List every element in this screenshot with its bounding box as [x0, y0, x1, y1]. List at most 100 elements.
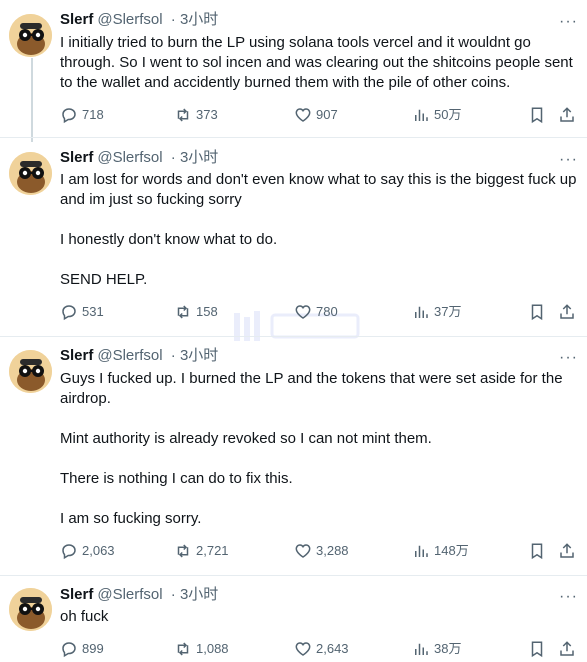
- views-button[interactable]: 38万: [412, 638, 461, 660]
- share-button[interactable]: [558, 104, 580, 126]
- tweet-actions: 718 373 907 50万: [60, 104, 575, 126]
- reply-count: 2,063: [82, 543, 115, 558]
- timestamp[interactable]: · 3小时: [171, 586, 219, 603]
- tweet-separator: [0, 336, 587, 337]
- tweet-actions: 2,063 2,721 3,288 148万: [60, 540, 575, 562]
- tweet-paragraph: I honestly don't know what to do.: [60, 231, 278, 248]
- user-handle[interactable]: @Slerfsol: [97, 586, 162, 603]
- user-handle[interactable]: @Slerfsol: [97, 347, 162, 364]
- reply-count: 718: [82, 107, 104, 122]
- reply-button[interactable]: 2,063: [60, 540, 115, 562]
- more-options-icon[interactable]: ···: [559, 152, 577, 170]
- heart-icon: [295, 108, 311, 122]
- display-name[interactable]: Slerf: [60, 11, 93, 28]
- share-button[interactable]: [558, 540, 580, 562]
- bookmark-button[interactable]: [528, 301, 550, 323]
- share-icon: [560, 543, 574, 558]
- tweet-text: oh fuck: [60, 607, 580, 627]
- more-options-icon[interactable]: ···: [559, 350, 577, 368]
- avatar[interactable]: [9, 588, 52, 631]
- thread-connector: [31, 58, 33, 142]
- views-count: 37万: [434, 304, 462, 319]
- tweet-header: Slerf @Slerfsol · 3小时: [60, 148, 218, 168]
- share-icon: [560, 641, 574, 656]
- retweet-button[interactable]: 158: [174, 301, 218, 323]
- like-count: 907: [316, 107, 338, 122]
- retweet-count: 158: [196, 304, 218, 319]
- tweet-paragraph: SEND HELP.: [60, 271, 148, 288]
- tweet-separator: [0, 137, 587, 138]
- tweet-actions: 899 1,088 2,643 38万: [60, 638, 575, 660]
- views-count: 50万: [434, 107, 462, 122]
- display-name[interactable]: Slerf: [60, 586, 93, 603]
- tweet-separator: [0, 575, 587, 576]
- reply-button[interactable]: 531: [60, 301, 104, 323]
- views-button[interactable]: 50万: [412, 104, 461, 126]
- bookmark-icon: [531, 304, 543, 321]
- like-count: 3,288: [316, 543, 349, 558]
- retweet-icon: [177, 108, 189, 122]
- retweet-button[interactable]: 373: [174, 104, 218, 126]
- tweet-paragraph: I am lost for words and don't even know …: [60, 171, 577, 208]
- display-name[interactable]: Slerf: [60, 347, 93, 364]
- retweet-icon: [177, 544, 189, 558]
- share-button[interactable]: [558, 301, 580, 323]
- share-icon: [560, 107, 574, 122]
- reply-button[interactable]: 718: [60, 104, 104, 126]
- heart-icon: [295, 544, 311, 558]
- user-handle[interactable]: @Slerfsol: [97, 11, 162, 28]
- retweet-count: 373: [196, 107, 218, 122]
- views-icon: [415, 643, 428, 655]
- tweet-text: I am lost for words and don't even know …: [60, 170, 580, 290]
- reply-icon: [62, 305, 76, 321]
- bookmark-button[interactable]: [528, 638, 550, 660]
- avatar[interactable]: [9, 14, 52, 57]
- tweet-header: Slerf @Slerfsol · 3小时: [60, 10, 218, 30]
- tweet-paragraph: Guys I fucked up. I burned the LP and th…: [60, 370, 563, 407]
- retweet-count: 2,721: [196, 543, 229, 558]
- timestamp[interactable]: · 3小时: [171, 347, 219, 364]
- bookmark-icon: [531, 543, 543, 560]
- avatar[interactable]: [9, 350, 52, 393]
- retweet-button[interactable]: 2,721: [174, 540, 229, 562]
- tweet-paragraph: Mint authority is already revoked so I c…: [60, 430, 432, 447]
- reply-count: 899: [82, 641, 104, 656]
- reply-count: 531: [82, 304, 104, 319]
- bookmark-button[interactable]: [528, 540, 550, 562]
- views-button[interactable]: 148万: [412, 540, 469, 562]
- heart-icon: [295, 642, 311, 656]
- reply-icon: [62, 642, 76, 658]
- share-icon: [560, 304, 574, 319]
- tweet-header: Slerf @Slerfsol · 3小时: [60, 585, 218, 605]
- display-name[interactable]: Slerf: [60, 149, 93, 166]
- like-count: 2,643: [316, 641, 349, 656]
- tweet-header: Slerf @Slerfsol · 3小时: [60, 346, 218, 366]
- retweet-icon: [177, 642, 189, 656]
- more-options-icon[interactable]: ···: [559, 14, 577, 32]
- views-icon: [415, 545, 428, 557]
- tweet-paragraph: I am so fucking sorry.: [60, 510, 202, 527]
- user-handle[interactable]: @Slerfsol: [97, 149, 162, 166]
- timestamp[interactable]: · 3小时: [171, 149, 219, 166]
- retweet-button[interactable]: 1,088: [174, 638, 229, 660]
- retweet-count: 1,088: [196, 641, 229, 656]
- like-count: 780: [316, 304, 338, 319]
- more-options-icon[interactable]: ···: [559, 589, 577, 607]
- like-button[interactable]: 3,288: [294, 540, 349, 562]
- reply-button[interactable]: 899: [60, 638, 104, 660]
- like-button[interactable]: 907: [294, 104, 338, 126]
- heart-icon: [295, 305, 311, 319]
- views-icon: [415, 109, 428, 121]
- bookmark-icon: [531, 107, 543, 124]
- like-button[interactable]: 2,643: [294, 638, 349, 660]
- tweet-text: Guys I fucked up. I burned the LP and th…: [60, 369, 580, 529]
- avatar[interactable]: [9, 152, 52, 195]
- timestamp[interactable]: · 3小时: [171, 11, 219, 28]
- bookmark-button[interactable]: [528, 104, 550, 126]
- tweet-paragraph: There is nothing I can do to fix this.: [60, 470, 293, 487]
- like-button[interactable]: 780: [294, 301, 338, 323]
- retweet-icon: [177, 305, 189, 319]
- bookmark-icon: [531, 641, 543, 658]
- views-button[interactable]: 37万: [412, 301, 461, 323]
- share-button[interactable]: [558, 638, 580, 660]
